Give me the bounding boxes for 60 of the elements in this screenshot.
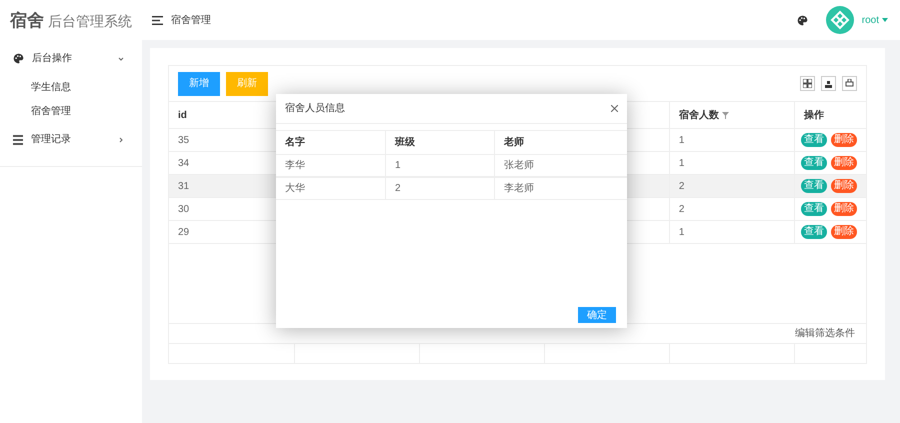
table-cell-text: 35 xyxy=(178,134,190,148)
delete-button[interactable]: 删除 xyxy=(831,225,858,239)
grid-icon xyxy=(803,79,812,88)
view-button[interactable]: 查看 xyxy=(801,133,828,147)
menu-item[interactable]: 管理记录 xyxy=(0,123,142,156)
table-cell-text: 张老师 xyxy=(504,158,534,173)
table-cell-text: 34 xyxy=(178,156,190,170)
palette-icon xyxy=(796,14,808,26)
table-cell-text: 李老师 xyxy=(504,182,534,196)
table-cell-text: 2 xyxy=(678,202,684,216)
view-button[interactable]: 查看 xyxy=(801,225,828,239)
tray-icon xyxy=(824,79,833,88)
table-cell-text: 31 xyxy=(178,180,190,194)
table-cell-text: 1 xyxy=(678,226,684,240)
view-button[interactable]: 查看 xyxy=(801,202,828,216)
close-icon[interactable] xyxy=(611,105,618,112)
column-header: 名字 xyxy=(285,135,305,150)
confirm-button[interactable]: 确定 xyxy=(578,307,616,323)
dialog-title: 宿舍人员信息 xyxy=(285,102,346,116)
submenu-item[interactable]: 宿舍管理 xyxy=(0,99,142,123)
caret-icon xyxy=(882,18,888,22)
view-button[interactable]: 查看 xyxy=(801,156,828,170)
delete-button[interactable]: 删除 xyxy=(831,179,858,193)
chevron-down-icon xyxy=(118,56,124,62)
toolbar-button[interactable]: 新增 xyxy=(178,72,220,96)
view-button[interactable]: 查看 xyxy=(801,179,828,193)
chevron-right-icon xyxy=(118,136,124,142)
delete-button[interactable]: 删除 xyxy=(831,156,858,170)
submenu-item[interactable]: 学生信息 xyxy=(0,75,142,99)
menu-icon[interactable] xyxy=(152,16,163,24)
table-cell-text: 李华 xyxy=(285,158,305,173)
breadcrumb: 宿舍管理 xyxy=(171,14,212,28)
printer-icon xyxy=(845,79,854,88)
column-header: 老师 xyxy=(504,136,524,150)
column-header: 操作 xyxy=(804,108,824,122)
user-menu[interactable]: root xyxy=(862,12,888,28)
logo-title: 宿舍 xyxy=(10,10,44,32)
print-button[interactable] xyxy=(842,76,857,91)
delete-button[interactable]: 删除 xyxy=(831,202,858,216)
list-icon xyxy=(13,134,23,144)
filter-icon[interactable] xyxy=(722,112,729,118)
table-cell-text: 1 xyxy=(395,159,401,173)
table-cell-text: 30 xyxy=(178,202,190,216)
toolbar-button[interactable]: 刷新 xyxy=(226,72,268,96)
column-header: 宿舍人数 xyxy=(678,108,719,122)
table-cell-text: 2 xyxy=(395,182,401,196)
table-cell-text: 1 xyxy=(678,134,684,148)
table-cell-text: 2 xyxy=(678,180,684,194)
export-button[interactable] xyxy=(821,76,836,91)
table-cell-text: 1 xyxy=(678,156,684,170)
table-cell-text: 大华 xyxy=(285,182,305,196)
table-cell-text: 29 xyxy=(178,226,190,240)
column-header: 班级 xyxy=(395,136,415,150)
filter-link[interactable]: 编辑筛选条件 xyxy=(795,326,855,341)
delete-button[interactable]: 删除 xyxy=(831,133,858,147)
columns-button[interactable] xyxy=(800,76,815,91)
menu-item[interactable]: 后台操作 xyxy=(0,42,142,75)
palette-icon xyxy=(13,53,24,64)
column-header: id xyxy=(178,108,187,122)
logo-subtitle: 后台管理系统 xyxy=(48,12,132,30)
